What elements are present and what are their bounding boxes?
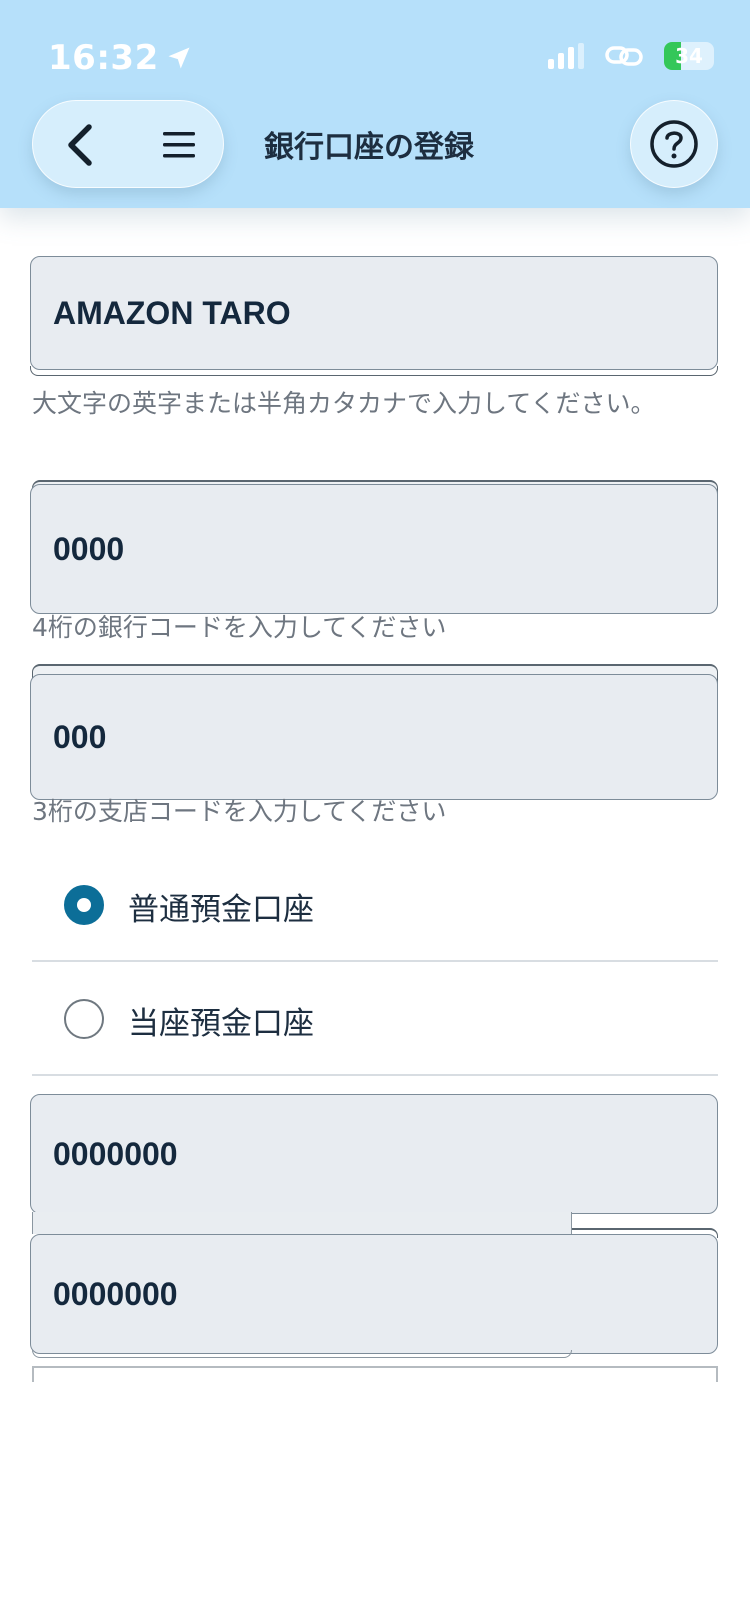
bank-code-hint: 4桁の銀行コードを入力してください bbox=[32, 613, 447, 642]
page-title: 銀行口座の登録 bbox=[264, 130, 474, 165]
account-number-value: 0000000 bbox=[53, 1135, 178, 1172]
account-holder-value: AMAZON TARO bbox=[53, 294, 291, 331]
radio-label: 普通預金口座 bbox=[128, 892, 314, 928]
field-underline bbox=[30, 366, 718, 376]
location-arrow-icon bbox=[168, 47, 190, 69]
branch-code-value: 000 bbox=[53, 718, 107, 755]
account-holder-hint: 大文字の英字または半角カタカナで入力してください。 bbox=[32, 389, 656, 418]
bank-code-value: 0000 bbox=[53, 530, 125, 567]
field-underline bbox=[32, 1350, 572, 1358]
battery-level: 34 bbox=[675, 44, 703, 68]
question-circle-icon bbox=[650, 120, 698, 168]
status-time: 16:32 bbox=[48, 38, 193, 78]
signal-icon bbox=[548, 43, 584, 69]
field-overlap-frame bbox=[32, 1212, 572, 1234]
next-field-frame bbox=[32, 1366, 718, 1382]
link-icon bbox=[605, 46, 643, 66]
battery-icon: 34 bbox=[664, 42, 714, 70]
account-holder-input[interactable]: AMAZON TARO bbox=[30, 256, 718, 370]
back-button[interactable] bbox=[55, 119, 107, 171]
account-number-confirm-input[interactable]: 0000000 bbox=[30, 1234, 718, 1354]
account-number-confirm-value: 0000000 bbox=[53, 1275, 178, 1312]
branch-code-hint: 3桁の支店コードを入力してください bbox=[32, 797, 447, 826]
radio-button[interactable] bbox=[64, 999, 104, 1039]
branch-code-input[interactable]: 000 bbox=[30, 674, 718, 800]
status-icons: 34 bbox=[548, 42, 714, 70]
account-type-ordinary[interactable]: 普通預金口座 bbox=[32, 848, 718, 962]
app-header: 16:32 34 銀行口座の登録 bbox=[0, 0, 750, 208]
bank-code-input[interactable]: 0000 bbox=[30, 484, 718, 614]
radio-button[interactable] bbox=[64, 885, 104, 925]
status-time-text: 16:32 bbox=[48, 38, 159, 78]
help-button[interactable] bbox=[630, 100, 718, 188]
radio-label: 当座預金口座 bbox=[128, 1006, 314, 1042]
account-number-input[interactable]: 0000000 bbox=[30, 1094, 718, 1214]
hamburger-icon bbox=[163, 132, 195, 158]
menu-button[interactable] bbox=[153, 119, 205, 171]
nav-pill bbox=[32, 100, 224, 188]
chevron-left-icon bbox=[68, 124, 92, 166]
account-type-checking[interactable]: 当座預金口座 bbox=[32, 962, 718, 1076]
